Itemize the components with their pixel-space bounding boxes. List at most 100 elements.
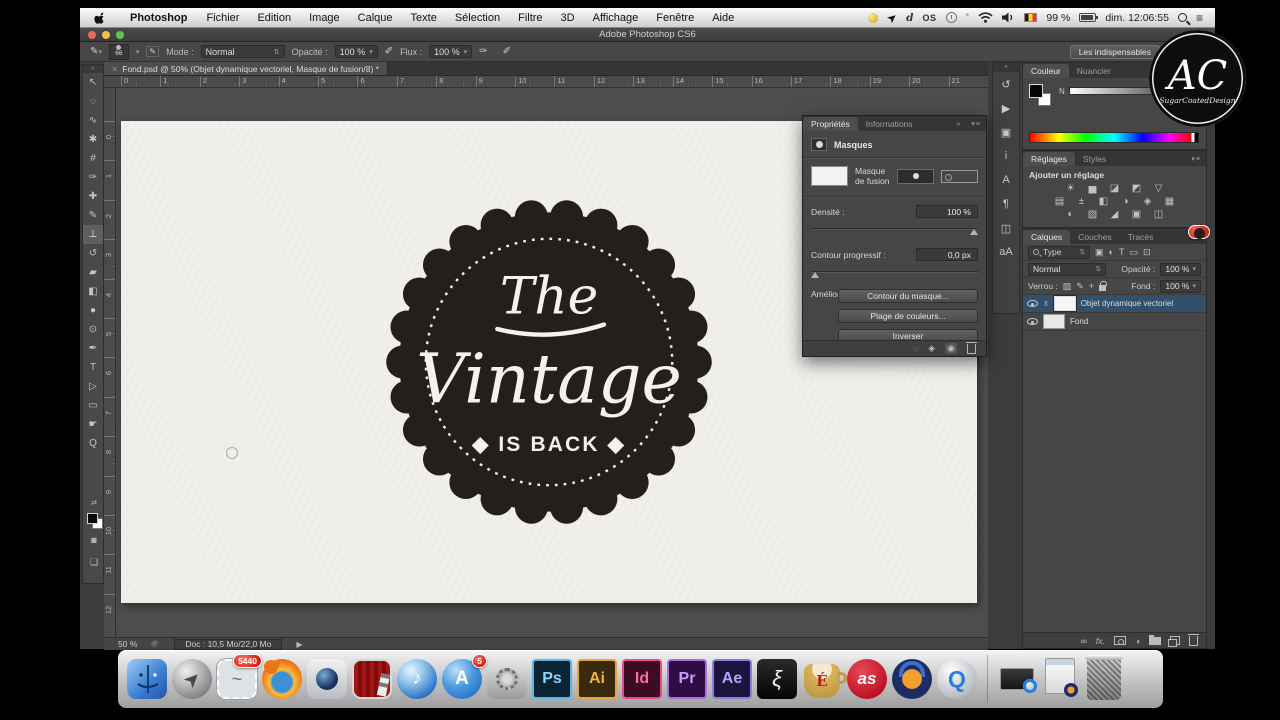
threshold-icon[interactable]: ◢ xyxy=(1108,209,1121,220)
notification-center-icon[interactable]: ≡ xyxy=(1196,11,1203,25)
airbrush-icon[interactable]: ✑ xyxy=(479,46,487,57)
feather-value[interactable]: 0,0 px xyxy=(916,248,978,261)
dock-firefox[interactable] xyxy=(261,658,303,700)
lock-transparency-icon[interactable]: ▨ xyxy=(1063,281,1072,292)
quick-selection-tool-icon[interactable]: ✱ xyxy=(83,130,103,149)
dock-photoshop[interactable]: Ps xyxy=(531,658,573,700)
filter-shape-layers-icon[interactable]: ▭ xyxy=(1129,247,1138,258)
color-balance-icon[interactable]: ± xyxy=(1075,196,1088,207)
vibrance-icon[interactable]: ▽ xyxy=(1152,183,1165,194)
color-spectrum-bar[interactable] xyxy=(1029,132,1199,143)
gradient-tool-icon[interactable]: ◧ xyxy=(83,282,103,301)
tab-styles[interactable]: Styles xyxy=(1075,152,1114,166)
dock-photobooth[interactable] xyxy=(351,658,393,700)
zoom-level[interactable]: 50 % xyxy=(118,639,137,649)
rectangle-tool-icon[interactable]: ▭ xyxy=(83,396,103,415)
crop-tool-icon[interactable]: # xyxy=(83,149,103,168)
foreground-color-swatch[interactable] xyxy=(87,513,98,524)
spotlight-icon[interactable] xyxy=(1177,13,1187,22)
delete-layer-icon[interactable] xyxy=(1188,633,1199,646)
lock-position-icon[interactable]: + xyxy=(1089,281,1094,291)
tab-traces[interactable]: Tracés xyxy=(1120,230,1162,244)
filter-adjustment-layers-icon[interactable]: ◐ xyxy=(1109,247,1114,257)
bluetooth-icon[interactable]: * xyxy=(966,12,970,23)
dodge-tool-icon[interactable]: ⊙ xyxy=(83,320,103,339)
tab-proprietes[interactable]: Propriétés xyxy=(803,117,858,131)
pen-tool-icon[interactable]: ✒ xyxy=(83,339,103,358)
load-selection-icon[interactable]: ◌ xyxy=(913,344,918,354)
eyedropper-tool-icon[interactable]: ✑ xyxy=(83,168,103,187)
dock-quicktime-document[interactable] xyxy=(997,658,1037,700)
layer-blend-mode-select[interactable]: Normal ⇅ xyxy=(1028,262,1106,276)
dock-premiere[interactable]: Pr xyxy=(666,658,708,700)
blur-tool-icon[interactable]: ● xyxy=(83,301,103,320)
mask-thumbnail[interactable] xyxy=(811,166,848,186)
new-layer-icon[interactable] xyxy=(1168,636,1180,647)
close-document-icon[interactable]: × xyxy=(112,64,117,74)
opacity-input[interactable]: 100 % ▾ xyxy=(334,45,378,58)
zoom-tool-icon[interactable]: Q xyxy=(83,434,103,453)
apple-menu-icon[interactable] xyxy=(94,11,107,25)
move-tool-icon[interactable]: ↖ xyxy=(83,73,103,92)
dock-lastfm[interactable]: as xyxy=(846,658,888,700)
density-slider-handle[interactable] xyxy=(970,229,978,235)
dock-finder[interactable] xyxy=(126,658,168,700)
wifi-icon[interactable] xyxy=(978,12,993,23)
eraser-tool-icon[interactable]: ▰ xyxy=(83,263,103,282)
menu-item[interactable]: Texte xyxy=(402,12,446,24)
brightness-contrast-icon[interactable]: ☀ xyxy=(1064,183,1077,194)
dock-audacity[interactable] xyxy=(891,658,933,700)
expand-panels-icon[interactable]: « xyxy=(993,63,1019,72)
dock-aftereffects[interactable]: Ae xyxy=(711,658,753,700)
mask-link-icon[interactable]: ∞ xyxy=(1041,301,1050,307)
menubar-extra-yellow-icon[interactable] xyxy=(868,12,879,23)
clone-stamp-tool-icon[interactable]: ⊥ xyxy=(83,225,103,244)
screen-mode-icon[interactable]: ❏ xyxy=(83,557,105,568)
flow-input[interactable]: 100 % ▾ xyxy=(429,45,473,58)
current-tool-icon[interactable]: ✎▾ xyxy=(90,46,102,57)
collapse-tools-icon[interactable]: » xyxy=(83,65,103,73)
tab-couleur[interactable]: Couleur xyxy=(1023,64,1069,78)
layer-row-smart-object[interactable]: ∞ Objet dynamique vectoriel xyxy=(1023,225,1210,313)
pressure-size-icon[interactable]: ✐ xyxy=(503,46,511,57)
history-panel-icon[interactable]: ↺ xyxy=(993,72,1019,96)
status-sync-icon[interactable] xyxy=(151,639,161,649)
quick-mask-icon[interactable]: ◙ xyxy=(83,535,105,545)
selective-color-icon[interactable]: ▣ xyxy=(1130,209,1143,220)
layer-name[interactable]: Fond xyxy=(1070,317,1088,326)
time-machine-icon[interactable] xyxy=(945,12,957,23)
brush-tool-icon[interactable]: ✎ xyxy=(83,206,103,225)
layer-opacity-input[interactable]: 100 % ▾ xyxy=(1160,262,1201,276)
hue-saturation-icon[interactable]: ▤ xyxy=(1053,196,1066,207)
volume-icon[interactable] xyxy=(1002,12,1015,23)
path-selection-tool-icon[interactable]: ▷ xyxy=(83,377,103,396)
mask-edge-button[interactable]: Contour du masque... xyxy=(838,289,978,303)
layer-mask-thumbnail[interactable] xyxy=(1052,295,1077,312)
layer-visibility-icon[interactable] xyxy=(1027,300,1038,307)
dock-trash[interactable] xyxy=(1083,655,1125,700)
levels-icon[interactable]: ▅ xyxy=(1086,183,1099,194)
adjustments-panel-menu-icon[interactable]: ▾≡ xyxy=(1186,155,1206,166)
document-size-readout[interactable]: Doc : 10,5 Mo/22,0 Mo xyxy=(174,638,283,650)
dock-system-preferences[interactable] xyxy=(486,658,528,700)
lock-all-icon[interactable] xyxy=(1099,280,1108,291)
character-panel-icon[interactable]: A xyxy=(993,168,1019,192)
invert-icon[interactable]: ◐ xyxy=(1064,209,1077,220)
menubar-clock[interactable]: dim. 12:06:55 xyxy=(1105,12,1169,24)
status-menu-arrow-icon[interactable]: ▶ xyxy=(296,640,302,649)
density-value[interactable]: 100 % xyxy=(916,205,978,218)
apply-mask-icon[interactable]: ◈ xyxy=(928,343,935,354)
link-layers-icon[interactable]: ∞ xyxy=(1080,636,1086,646)
layer-row-fond[interactable]: Fond xyxy=(1023,313,1206,331)
exposure-icon[interactable]: ◩ xyxy=(1130,183,1143,194)
share-arrow-icon[interactable]: ➤ xyxy=(884,9,901,26)
photo-filter-icon[interactable]: ◑ xyxy=(1119,196,1132,207)
blend-mode-select[interactable]: Normal ⇅ xyxy=(200,45,285,58)
filter-smart-objects-icon[interactable]: ⊡ xyxy=(1143,247,1151,258)
color-range-button[interactable]: Plage de couleurs... xyxy=(838,309,978,323)
layer-filter-select[interactable]: Type ⇅ xyxy=(1028,245,1090,259)
history-brush-tool-icon[interactable]: ↺ xyxy=(83,244,103,263)
menu-item[interactable]: Sélection xyxy=(446,12,509,24)
menubar-os-icon[interactable]: OS xyxy=(922,13,936,23)
menu-item[interactable]: Edition xyxy=(248,12,300,24)
